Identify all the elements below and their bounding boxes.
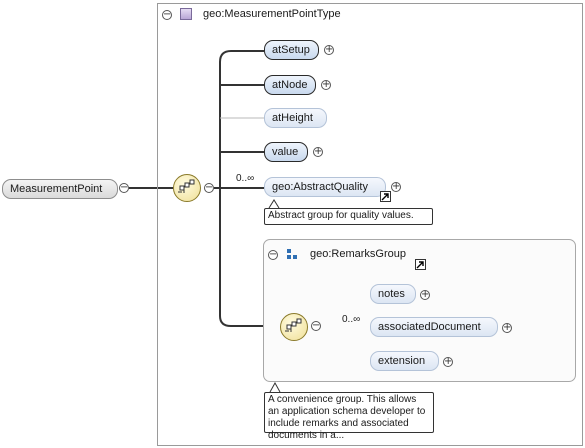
element-notes[interactable]: notes bbox=[370, 284, 416, 304]
expand-icon[interactable]: + bbox=[324, 45, 334, 55]
element-associated-document-label: associatedDocument bbox=[378, 321, 481, 333]
group-icon bbox=[287, 249, 299, 261]
element-value[interactable]: value bbox=[264, 142, 308, 162]
element-at-height[interactable]: atHeight bbox=[264, 108, 327, 128]
link-arrow-icon[interactable] bbox=[415, 259, 426, 270]
abstract-quality-annotation-text: Abstract group for quality values. bbox=[268, 210, 414, 221]
element-at-node-label: atNode bbox=[272, 79, 308, 91]
element-abstract-quality[interactable]: geo:AbstractQuality bbox=[264, 177, 386, 197]
element-value-label: value bbox=[272, 146, 299, 158]
remarks-group-title: geo:RemarksGroup bbox=[310, 248, 406, 260]
sequence-icon[interactable] bbox=[280, 313, 308, 341]
expand-icon[interactable]: + bbox=[502, 323, 512, 333]
remarks-group-annotation: A convenience group. This allows an appl… bbox=[264, 392, 434, 441]
element-at-height-label: atHeight bbox=[272, 112, 313, 124]
collapse-icon[interactable]: − bbox=[268, 250, 278, 260]
multiplicity-label: 0..∞ bbox=[236, 173, 255, 184]
expand-icon[interactable]: + bbox=[313, 147, 323, 157]
element-at-setup[interactable]: atSetup bbox=[264, 40, 319, 60]
collapse-icon[interactable]: − bbox=[204, 183, 214, 193]
element-at-node[interactable]: atNode bbox=[264, 75, 316, 95]
expand-icon[interactable]: + bbox=[391, 182, 401, 192]
expand-icon[interactable]: + bbox=[443, 357, 453, 367]
complex-type-icon bbox=[180, 8, 192, 20]
abstract-quality-annotation: Abstract group for quality values. bbox=[264, 208, 433, 225]
expand-icon[interactable]: + bbox=[321, 80, 331, 90]
collapse-icon[interactable]: − bbox=[119, 183, 129, 193]
element-abstract-quality-label: geo:AbstractQuality bbox=[272, 181, 368, 193]
element-associated-document[interactable]: associatedDocument bbox=[370, 317, 498, 337]
remarks-multiplicity-label: 0..∞ bbox=[342, 314, 361, 325]
collapse-icon[interactable]: − bbox=[162, 10, 172, 20]
collapse-icon[interactable]: − bbox=[311, 321, 321, 331]
root-element-measurement-point[interactable]: MeasurementPoint bbox=[2, 179, 118, 199]
element-extension[interactable]: extension bbox=[370, 351, 439, 371]
root-element-label: MeasurementPoint bbox=[10, 183, 103, 195]
expand-icon[interactable]: + bbox=[420, 290, 430, 300]
sequence-icon[interactable] bbox=[173, 174, 201, 202]
element-extension-label: extension bbox=[378, 355, 426, 367]
element-notes-label: notes bbox=[378, 288, 405, 300]
link-arrow-icon[interactable] bbox=[380, 191, 391, 202]
complex-type-title: geo:MeasurementPointType bbox=[203, 8, 341, 20]
element-at-setup-label: atSetup bbox=[272, 44, 310, 56]
